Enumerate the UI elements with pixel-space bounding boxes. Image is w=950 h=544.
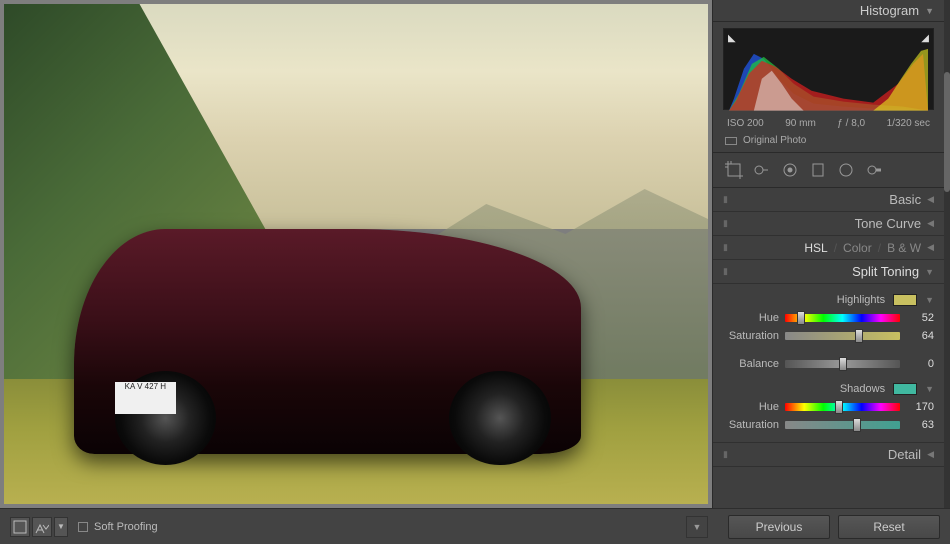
shadows-swatch[interactable] — [893, 383, 917, 395]
highlights-header[interactable]: Highlights ▼ — [723, 294, 934, 306]
view-dropdown[interactable]: ▼ — [54, 517, 68, 537]
chevron-left-icon: ◀ — [927, 194, 934, 205]
highlights-swatch[interactable] — [893, 294, 917, 306]
detail-label: Detail — [731, 447, 927, 462]
chevron-down-icon: ▼ — [925, 295, 934, 305]
license-plate: KA V 427 H — [115, 382, 176, 414]
reset-button[interactable]: Reset — [838, 515, 940, 539]
shadows-hue-slider[interactable] — [785, 403, 900, 411]
histogram[interactable]: ◣ ◢ — [723, 28, 934, 110]
chevron-left-icon: ◀ — [927, 218, 934, 229]
exif-readout: ISO 200 90 mm ƒ / 8,0 1/320 sec — [713, 116, 944, 131]
histogram-header[interactable]: Histogram ▼ — [713, 0, 944, 22]
sat-label: Saturation — [723, 330, 779, 342]
hsl-mode[interactable]: HSL — [804, 241, 827, 255]
tone-curve-section[interactable]: ▮ Tone Curve ◀ — [713, 212, 944, 236]
shadows-header[interactable]: Shadows ▼ — [723, 383, 934, 395]
soft-proofing-toggle[interactable]: Soft Proofing — [78, 521, 158, 533]
brush-tool-icon[interactable] — [863, 159, 885, 181]
bottom-toolbar: ▼ Soft Proofing ▼ Previous Reset — [0, 508, 950, 544]
shadows-sat-slider[interactable] — [785, 421, 900, 429]
photo-frame: KA V 427 H — [4, 4, 708, 504]
panel-scrollbar[interactable] — [944, 0, 950, 508]
basic-section[interactable]: ▮ Basic ◀ — [713, 188, 944, 212]
chevron-down-icon: ▼ — [925, 267, 934, 277]
shadows-sat-value[interactable]: 63 — [906, 419, 934, 431]
car: KA V 427 H — [74, 229, 581, 454]
exif-focal: 90 mm — [785, 118, 816, 129]
tool-strip — [713, 153, 944, 188]
exif-aperture: ƒ / 8,0 — [837, 118, 865, 129]
balance-value[interactable]: 0 — [906, 358, 934, 370]
histogram-title: Histogram — [860, 3, 919, 18]
color-mode[interactable]: Color — [843, 241, 872, 255]
shadows-label: Shadows — [840, 383, 885, 395]
basic-label: Basic — [731, 192, 927, 207]
toolbar-menu-button[interactable]: ▼ — [686, 516, 708, 538]
toggle-mark-icon: ▮ — [723, 194, 731, 205]
highlights-sat-slider[interactable] — [785, 332, 900, 340]
exif-iso: ISO 200 — [727, 118, 764, 129]
shadows-hue-value[interactable]: 170 — [906, 401, 934, 413]
hsl-section[interactable]: ▮ HSL / Color / B & W ◀ — [713, 236, 944, 260]
rectangle-icon — [725, 137, 737, 145]
chevron-down-icon: ▼ — [925, 6, 934, 16]
image-viewer[interactable]: KA V 427 H — [0, 0, 712, 508]
split-label: Split Toning — [731, 264, 925, 279]
redeye-tool-icon[interactable] — [779, 159, 801, 181]
highlights-hue-slider[interactable] — [785, 314, 900, 322]
soft-proofing-label: Soft Proofing — [94, 521, 158, 533]
gradient-tool-icon[interactable] — [807, 159, 829, 181]
highlights-sat-value[interactable]: 64 — [906, 330, 934, 342]
chevron-left-icon: ◀ — [927, 449, 934, 460]
original-label: Original Photo — [743, 135, 806, 146]
split-toning-body: Highlights ▼ Hue 52 Saturation 64 Balanc… — [713, 284, 944, 443]
detail-section[interactable]: ▮ Detail ◀ — [713, 443, 944, 467]
spot-tool-icon[interactable] — [751, 159, 773, 181]
sat-label: Saturation — [723, 419, 779, 431]
toggle-mark-icon: ▮ — [723, 218, 731, 229]
bw-mode[interactable]: B & W — [887, 241, 921, 255]
chevron-left-icon: ◀ — [927, 242, 934, 253]
compare-view-button[interactable] — [32, 517, 52, 537]
photo: KA V 427 H — [4, 4, 708, 504]
balance-slider[interactable] — [785, 360, 900, 368]
tone-label: Tone Curve — [731, 216, 927, 231]
checkbox-icon — [78, 522, 88, 532]
original-photo-toggle[interactable]: Original Photo — [713, 131, 944, 153]
highlights-hue-value[interactable]: 52 — [906, 312, 934, 324]
crop-tool-icon[interactable] — [723, 159, 745, 181]
highlights-label: Highlights — [837, 294, 885, 306]
loupe-view-button[interactable] — [10, 517, 30, 537]
develop-panel: Histogram ▼ ◣ ◢ ISO 200 90 mm ƒ / 8,0 1/… — [712, 0, 944, 508]
hue-label: Hue — [723, 401, 779, 413]
split-toning-section[interactable]: ▮ Split Toning ▼ — [713, 260, 944, 284]
radial-tool-icon[interactable] — [835, 159, 857, 181]
exif-shutter: 1/320 sec — [887, 118, 930, 129]
chevron-down-icon: ▼ — [925, 384, 934, 394]
hue-label: Hue — [723, 312, 779, 324]
balance-label: Balance — [723, 358, 779, 370]
previous-button[interactable]: Previous — [728, 515, 830, 539]
